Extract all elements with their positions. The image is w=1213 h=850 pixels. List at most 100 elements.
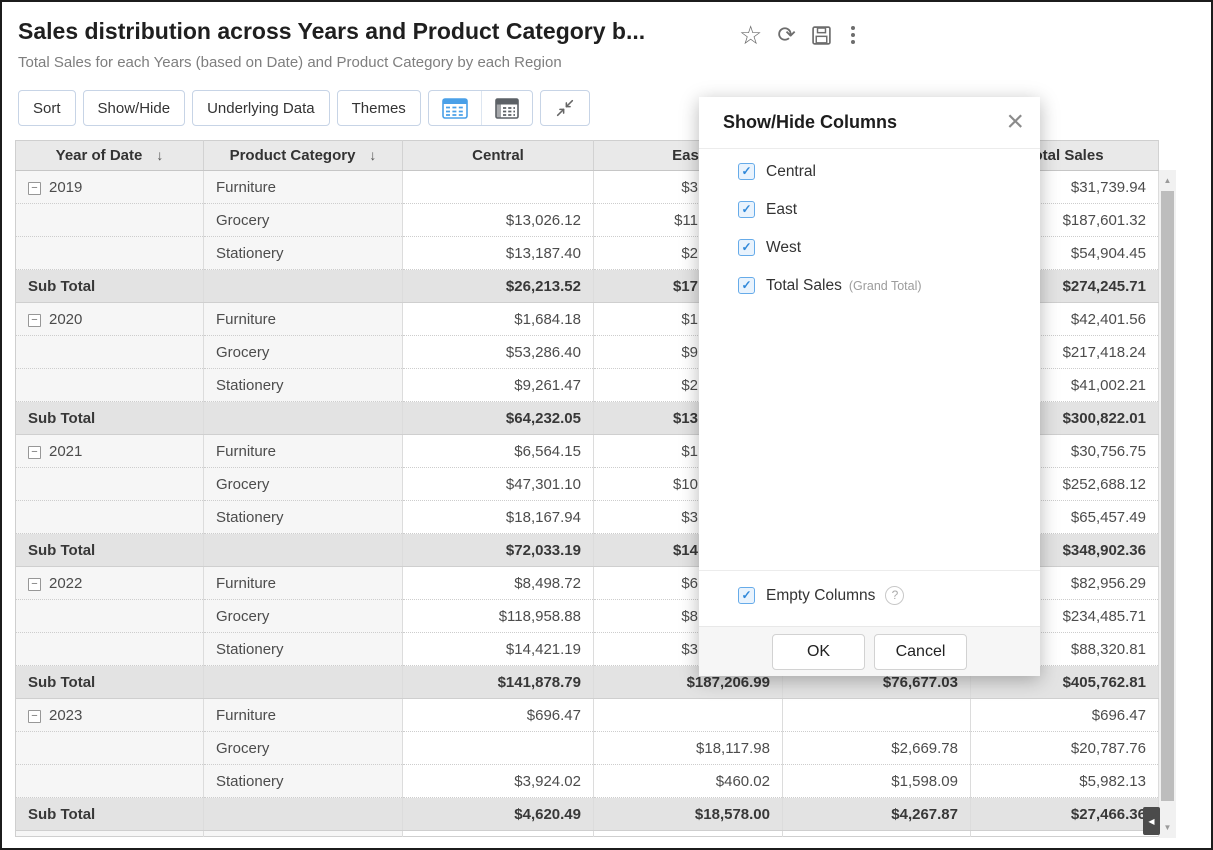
west-value-cell: $4,267.87 bbox=[783, 798, 971, 831]
cancel-button[interactable]: Cancel bbox=[874, 634, 967, 670]
central-value-cell: $118,958.88 bbox=[403, 600, 594, 633]
year-cell bbox=[16, 369, 204, 402]
collapse-year-icon[interactable]: − bbox=[28, 182, 41, 195]
dialog-header: Show/Hide Columns bbox=[699, 97, 1040, 149]
year-cell bbox=[16, 237, 204, 270]
year-cell: −2023 bbox=[16, 699, 204, 732]
checkbox-east[interactable] bbox=[738, 201, 755, 218]
product-category-cell: Stationery bbox=[204, 633, 403, 666]
sort-desc-icon: ↓ bbox=[369, 147, 376, 163]
year-cell bbox=[16, 765, 204, 798]
product-category-cell: Furniture bbox=[204, 171, 403, 204]
west-value-cell: $1,598.09 bbox=[783, 765, 971, 798]
central-value-cell bbox=[403, 732, 594, 765]
refresh-icon[interactable]: ⟳ bbox=[777, 23, 795, 47]
west-value-cell bbox=[783, 699, 971, 732]
product-category-cell: Furniture bbox=[204, 567, 403, 600]
central-value-cell: $6,564.15 bbox=[403, 435, 594, 468]
product-category-cell: Grocery bbox=[204, 204, 403, 237]
sort-button[interactable]: Sort bbox=[18, 90, 76, 126]
collapse-year-icon[interactable]: − bbox=[28, 710, 41, 723]
central-value-cell: $8,498.72 bbox=[403, 567, 594, 600]
collapse-year-icon[interactable]: − bbox=[28, 314, 41, 327]
scrollbar-thumb[interactable] bbox=[1161, 191, 1174, 801]
favorite-star-icon[interactable]: ☆ bbox=[739, 23, 762, 47]
subtotal-label-cell: Sub Total bbox=[16, 534, 204, 567]
checkbox-central[interactable] bbox=[738, 163, 755, 180]
page-subtitle: Total Sales for each Years (based on Dat… bbox=[18, 54, 562, 71]
grand-total-suffix: (Grand Total) bbox=[849, 279, 922, 293]
year-cell bbox=[16, 732, 204, 765]
total-sales-value-cell: $5,982.13 bbox=[971, 765, 1159, 798]
page-title: Sales distribution across Years and Prod… bbox=[18, 18, 645, 45]
show-hide-columns-dialog: Show/Hide Columns × Central East West To… bbox=[699, 97, 1040, 676]
year-cell: −2022 bbox=[16, 567, 204, 600]
table-row: −2023Furniture$696.47$696.47 bbox=[16, 699, 1159, 732]
empty-columns-section: Empty Columns ? bbox=[699, 570, 1040, 625]
more-menu-icon[interactable] bbox=[847, 24, 859, 46]
table-row: Grocery$18,117.98$2,669.78$20,787.76 bbox=[16, 732, 1159, 765]
save-icon[interactable] bbox=[811, 25, 832, 46]
central-value-cell: $1,684.18 bbox=[403, 303, 594, 336]
product-category-cell: Grocery bbox=[204, 336, 403, 369]
column-header-central[interactable]: Central bbox=[403, 141, 594, 171]
checkbox-row-central[interactable]: Central bbox=[738, 163, 1040, 180]
product-category-cell: Grocery bbox=[204, 468, 403, 501]
year-cell: −2019 bbox=[16, 171, 204, 204]
dialog-title: Show/Hide Columns bbox=[723, 112, 897, 133]
collapse-button[interactable] bbox=[540, 90, 590, 126]
vertical-scrollbar[interactable]: ▲ ▼ bbox=[1159, 170, 1176, 838]
product-category-cell bbox=[204, 534, 403, 567]
scroll-up-icon[interactable]: ▲ bbox=[1159, 172, 1176, 189]
column-checkbox-list: Central East West Total Sales (Grand Tot… bbox=[699, 149, 1040, 294]
product-category-cell bbox=[204, 402, 403, 435]
year-cell: −2021 bbox=[16, 435, 204, 468]
scroll-left-button[interactable]: ◀ bbox=[1143, 807, 1160, 835]
east-value-cell bbox=[594, 699, 783, 732]
checkbox-empty-columns[interactable] bbox=[738, 587, 755, 604]
page: Sales distribution across Years and Prod… bbox=[0, 0, 1213, 850]
help-icon[interactable]: ? bbox=[885, 586, 904, 605]
central-value-cell: $53,286.40 bbox=[403, 336, 594, 369]
central-value-cell: $64,232.05 bbox=[403, 402, 594, 435]
subtotal-label-cell: Sub Total bbox=[16, 798, 204, 831]
underlying-data-button[interactable]: Underlying Data bbox=[192, 90, 330, 126]
checkbox-row-west[interactable]: West bbox=[738, 239, 1040, 256]
pivot-view-button[interactable] bbox=[481, 91, 532, 125]
total-sales-value-cell: $27,466.36 bbox=[971, 798, 1159, 831]
year-cell bbox=[16, 336, 204, 369]
scroll-down-icon[interactable]: ▼ bbox=[1159, 819, 1176, 836]
subtotal-label-cell: Sub Total bbox=[16, 666, 204, 699]
collapse-year-icon[interactable]: − bbox=[28, 446, 41, 459]
subtotal-label-cell: Sub Total bbox=[16, 402, 204, 435]
collapse-year-icon[interactable]: − bbox=[28, 578, 41, 591]
central-value-cell: $9,261.47 bbox=[403, 369, 594, 402]
show-hide-button[interactable]: Show/Hide bbox=[83, 90, 186, 126]
central-value-cell: $14,421.19 bbox=[403, 633, 594, 666]
checkbox-total-sales[interactable] bbox=[738, 277, 755, 294]
central-value-cell: $26,213.52 bbox=[403, 270, 594, 303]
checkbox-label: Central bbox=[766, 163, 816, 181]
checkbox-row-total-sales[interactable]: Total Sales (Grand Total) bbox=[738, 277, 1040, 294]
checkbox-row-east[interactable]: East bbox=[738, 201, 1040, 218]
product-category-cell: Grocery bbox=[204, 732, 403, 765]
central-value-cell: $47,301.10 bbox=[403, 468, 594, 501]
sort-desc-icon: ↓ bbox=[156, 147, 163, 163]
title-actions: ☆ ⟳ bbox=[739, 23, 859, 47]
checkbox-west[interactable] bbox=[738, 239, 755, 256]
product-category-cell: Furniture bbox=[204, 699, 403, 732]
ok-button[interactable]: OK bbox=[772, 634, 865, 670]
subtotal-label-cell: Sub Total bbox=[16, 270, 204, 303]
flat-table-view-button[interactable] bbox=[429, 91, 481, 125]
column-header-product-category[interactable]: Product Category↓ bbox=[204, 141, 403, 171]
checkbox-row-empty-columns[interactable]: Empty Columns ? bbox=[738, 587, 1040, 604]
checkbox-label: East bbox=[766, 201, 797, 219]
close-icon[interactable]: × bbox=[1006, 105, 1024, 139]
themes-button[interactable]: Themes bbox=[337, 90, 421, 126]
product-category-cell bbox=[204, 270, 403, 303]
year-cell bbox=[16, 600, 204, 633]
checkbox-label: West bbox=[766, 239, 801, 257]
central-value-cell: $3,924.02 bbox=[403, 765, 594, 798]
column-header-year-of-date[interactable]: Year of Date↓ bbox=[16, 141, 204, 171]
product-category-cell: Stationery bbox=[204, 501, 403, 534]
